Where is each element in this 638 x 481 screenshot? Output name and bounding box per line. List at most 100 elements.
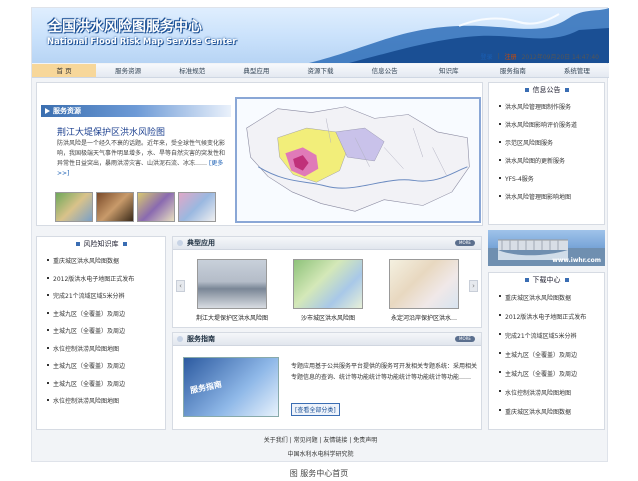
notices-list: 洪水风险管理图制作服务 洪水风险图影响评价服务道 示范区风险图服务 洪水风险图的… <box>489 97 604 207</box>
datetime: 2012年09月20日 14:47:40 <box>521 54 599 61</box>
dam-image <box>197 259 267 309</box>
notices-header: 信息公告 <box>489 83 604 97</box>
knowledge-title: 风险知识库 <box>83 240 119 248</box>
case-item[interactable]: 沙市城区洪水风险图 <box>287 259 369 322</box>
list-item[interactable]: 重庆城区洪水风险图数据 <box>47 253 161 271</box>
page-frame: 全国洪水风险图服务中心 National Flood Risk Map Serv… <box>31 7 609 462</box>
guide-image-label: 服务指南 <box>189 379 223 396</box>
list-item[interactable]: 2012版洪水电子地图正式发布 <box>47 271 161 289</box>
case-label: 沙市城区洪水风险图 <box>300 315 355 322</box>
list-item[interactable]: 主城九区（全覆盖）及周边 <box>47 306 161 324</box>
risk-knowledge-panel: 风险知识库 重庆城区洪水风险图数据 2012版洪水电子地图正式发布 完成21个流… <box>36 236 166 430</box>
case-item[interactable]: 荆江大堤保护区洪水风险图 <box>191 259 273 322</box>
download-title: 下载中心 <box>532 276 561 284</box>
knowledge-list: 重庆城区洪水风险图数据 2012版洪水电子地图正式发布 完成21个流域区域5米分… <box>37 251 165 411</box>
feature-thumbnails <box>55 192 216 222</box>
download-list: 重庆城区洪水风险图数据 2012版洪水电子地图正式发布 完成21个流域区域5米分… <box>489 287 604 422</box>
list-item[interactable]: 主城九区（全覆盖）及周边 <box>47 376 161 394</box>
list-item[interactable]: 主城九区（全覆盖）及周边 <box>47 358 161 376</box>
iwhr-banner[interactable]: www.iwhr.com <box>488 230 605 266</box>
download-center-panel: 下载中心 重庆城区洪水风险图数据 2012版洪水电子地图正式发布 完成21个流域… <box>488 272 605 430</box>
case-item[interactable]: 永定河沿岸保护区洪水… <box>383 259 465 322</box>
figure-caption: 图 服务中心首页 <box>289 469 349 478</box>
nav-notices[interactable]: 信息公告 <box>353 64 417 77</box>
login-link[interactable]: 登录 <box>481 52 493 61</box>
list-item[interactable]: 水位控制洪涝风险图地图 <box>499 384 600 403</box>
map-image <box>293 259 363 309</box>
thumbnail-photo-2[interactable] <box>96 192 134 222</box>
thumbnail-map-1[interactable] <box>55 192 93 222</box>
main-nav: 首 页 服务资源 标准规范 典型应用 资源下载 信息公告 知识库 服务指南 系统… <box>32 64 609 78</box>
bullet-icon <box>122 242 127 246</box>
notices-panel: 信息公告 洪水风险管理图制作服务 洪水风险图影响评价服务道 示范区风险图服务 洪… <box>488 82 605 225</box>
list-item[interactable]: 主城九区（全覆盖）及周边 <box>47 323 161 341</box>
section-icon <box>177 336 183 342</box>
service-guide-panel: 服务指南 MORE 服务指南 专题应用基于公共服务平台提供的服务可开发相关专题系… <box>172 332 482 430</box>
typical-title: 典型应用 <box>187 239 215 247</box>
bullet-icon <box>75 242 80 246</box>
list-item[interactable]: 完成21个流域区域5米分辨 <box>47 288 161 306</box>
feature-description-text: 防洪风险是一个经久不衰的话题。近年来，受全球性气候变化影响，我国极端天气事件明显… <box>57 140 226 167</box>
list-item[interactable]: 主城九区（全覆盖）及周边 <box>499 346 600 365</box>
list-item[interactable]: YFS-4服务 <box>499 171 600 189</box>
more-button[interactable]: MORE <box>455 240 475 246</box>
case-label: 永定河沿岸保护区洪水… <box>390 315 457 322</box>
feature-title[interactable]: 荆江大堤保护区洪水风险图 <box>57 125 165 138</box>
map-image <box>389 259 459 309</box>
next-arrow-icon[interactable]: › <box>469 280 478 292</box>
case-label: 荆江大堤保护区洪水风险图 <box>195 315 268 322</box>
nav-guide[interactable]: 服务指南 <box>481 64 545 77</box>
nav-resources[interactable]: 服务资源 <box>96 64 160 77</box>
section-title: 服务资源 <box>41 105 231 117</box>
list-item[interactable]: 洪水风险图影响评价服务道 <box>499 117 600 135</box>
top-links: 登录 | 注册 2012年09月20日 14:47:40 <box>481 52 599 61</box>
nav-knowledge[interactable]: 知识库 <box>417 64 481 77</box>
nav-applications[interactable]: 典型应用 <box>224 64 288 77</box>
site-logo-subtitle: National Flood Risk Map Service Center <box>47 37 237 47</box>
service-resources-panel: 服务资源 荆江大堤保护区洪水风险图 防洪风险是一个经久不衰的话题。近年来，受全球… <box>36 82 483 226</box>
flood-risk-map-image[interactable] <box>235 97 481 223</box>
more-button[interactable]: MORE <box>455 336 475 342</box>
banner-url: www.iwhr.com <box>552 257 601 264</box>
list-item[interactable]: 重庆城区洪水风险图数据 <box>499 289 600 308</box>
guide-text: 专题应用基于公共服务平台提供的服务可开发相关专题系统：采用相关专题信息的查询、统… <box>291 363 478 381</box>
list-item[interactable]: 重庆城区洪水风险图数据 <box>499 403 600 422</box>
list-item[interactable]: 水位控制洪涝风险图地图 <box>47 341 161 359</box>
section-icon <box>177 240 183 246</box>
guide-header: 服务指南 MORE <box>173 333 481 346</box>
footer-organization: 中国水利水电科学研究院 <box>287 451 354 458</box>
site-logo-title[interactable]: 全国洪水风险图服务中心 <box>48 16 202 36</box>
notices-title: 信息公告 <box>532 86 561 94</box>
thumbnail-map-4[interactable] <box>178 192 216 222</box>
nav-standards[interactable]: 标准规范 <box>160 64 224 77</box>
list-item[interactable]: 洪水风险图的更新服务 <box>499 153 600 171</box>
list-item[interactable]: 主城九区（全覆盖）及周边 <box>499 365 600 384</box>
footer-links[interactable]: 关于我们 | 常见问题 | 友情链接 | 免责声明 <box>32 435 609 444</box>
list-item[interactable]: 示范区风险图服务 <box>499 135 600 153</box>
view-all-button[interactable]: [查看全部分类] <box>291 403 340 416</box>
case-carousel: 荆江大堤保护区洪水风险图 沙市城区洪水风险图 永定河沿岸保护区洪水… <box>191 259 465 322</box>
list-item[interactable]: 水位控制洪涝风险图地图 <box>47 393 161 411</box>
separator: | <box>497 53 500 60</box>
typical-header: 典型应用 MORE <box>173 237 481 250</box>
typical-applications-panel: 典型应用 MORE ‹ › 荆江大堤保护区洪水风险图 沙市城区洪水风险图 永定河… <box>172 236 482 328</box>
list-item[interactable]: 洪水风险管理图影响地图 <box>499 189 600 207</box>
bullet-icon <box>524 88 529 92</box>
bullet-icon <box>524 278 529 282</box>
list-item[interactable]: 完成21个流域区域5米分辨 <box>499 327 600 346</box>
thumbnail-map-3[interactable] <box>137 192 175 222</box>
nav-home[interactable]: 首 页 <box>32 64 97 77</box>
knowledge-header: 风险知识库 <box>37 237 165 251</box>
prev-arrow-icon[interactable]: ‹ <box>176 280 185 292</box>
nav-admin[interactable]: 系统管理 <box>545 64 609 77</box>
nav-downloads[interactable]: 资源下载 <box>288 64 352 77</box>
site-header: 全国洪水风险图服务中心 National Flood Risk Map Serv… <box>32 8 609 63</box>
register-link[interactable]: 注册 <box>505 52 517 61</box>
list-item[interactable]: 2012版洪水电子地图正式发布 <box>499 308 600 327</box>
list-item[interactable]: 洪水风险管理图制作服务 <box>499 99 600 117</box>
guide-title: 服务指南 <box>187 335 215 343</box>
download-header: 下载中心 <box>489 273 604 287</box>
bullet-icon <box>564 278 569 282</box>
service-guide-image[interactable]: 服务指南 <box>183 357 279 417</box>
feature-description: 防洪风险是一个经久不衰的话题。近年来，受全球性气候变化影响，我国极端天气事件明显… <box>57 139 225 179</box>
